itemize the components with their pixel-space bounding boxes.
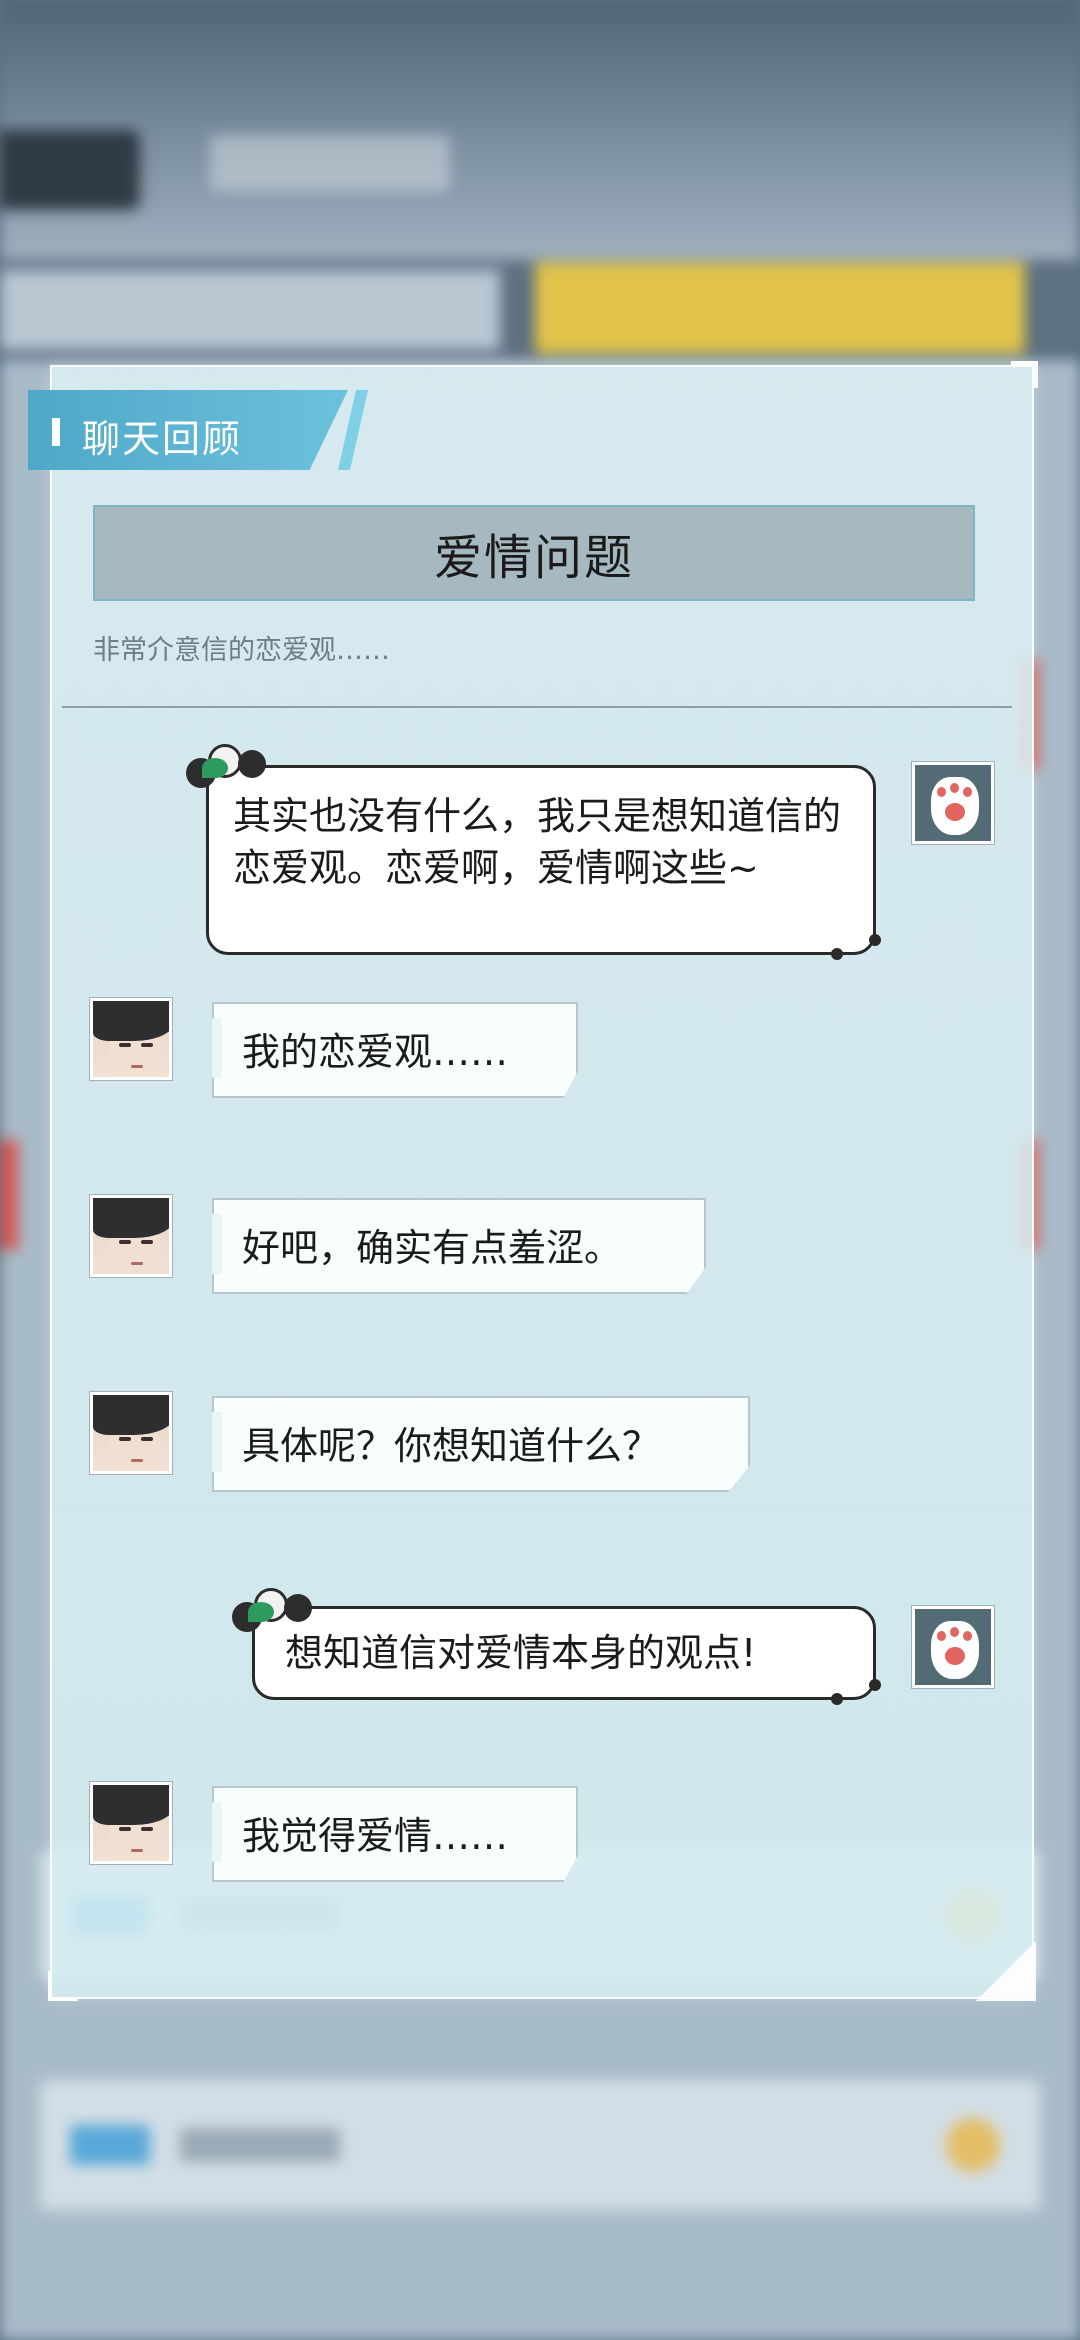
chat-bubble-character: 我觉得爱情……: [212, 1786, 578, 1882]
background-tab: [0, 270, 500, 350]
decoration-sticker: [182, 740, 272, 798]
chat-bubble-character: 好吧，确实有点羞涩。: [212, 1198, 706, 1294]
background-title: [210, 135, 450, 191]
character-avatar: [90, 1782, 172, 1864]
title-bar-mark: [52, 418, 60, 446]
message-text: 其实也没有什么，我只是想知道信的恋爱观。恋爱啊，爱情啊这些~: [233, 794, 842, 891]
divider: [62, 706, 1012, 708]
topic-title: 爱情问题: [433, 530, 634, 586]
background-back-button: [0, 130, 140, 210]
chat-bubble-character: 具体呢？你想知道什么？: [212, 1396, 750, 1492]
panel-title: 聊天回顾: [82, 417, 243, 461]
panel-corner: [976, 1941, 1036, 2001]
cat-paw-icon: [912, 762, 994, 844]
message-text: 好吧，确实有点羞涩。: [242, 1226, 623, 1270]
background-red-marker: [0, 1140, 18, 1250]
message-text: 想知道信对爱情本身的观点!: [285, 1631, 757, 1675]
topic-subtitle: 非常介意信的恋爱观……: [93, 635, 390, 666]
background-row: [40, 2080, 1040, 2210]
topic-header: 爱情问题: [93, 505, 975, 601]
background-tab-active: [535, 262, 1025, 354]
message-text: 我觉得爱情……: [242, 1814, 509, 1858]
character-avatar: [90, 998, 172, 1080]
panel-corner: [1011, 361, 1038, 388]
decoration-sticker: [228, 1584, 318, 1642]
panel-title-badge: 聊天回顾: [28, 390, 348, 470]
character-avatar: [90, 1392, 172, 1474]
message-text: 我的恋爱观……: [242, 1030, 509, 1074]
panel-corner: [48, 1971, 78, 2001]
chat-bubble-character: 我的恋爱观……: [212, 1002, 578, 1098]
chat-review-panel: [48, 361, 1038, 2001]
chat-bubble-player: 想知道信对爱情本身的观点!: [252, 1606, 881, 1705]
chat-bubble-player: 其实也没有什么，我只是想知道信的恋爱观。恋爱啊，爱情啊这些~: [206, 765, 881, 960]
message-text: 具体呢？你想知道什么？: [242, 1424, 661, 1468]
background-header: [0, 0, 1080, 260]
character-avatar: [90, 1195, 172, 1277]
cat-paw-icon: [912, 1606, 994, 1688]
